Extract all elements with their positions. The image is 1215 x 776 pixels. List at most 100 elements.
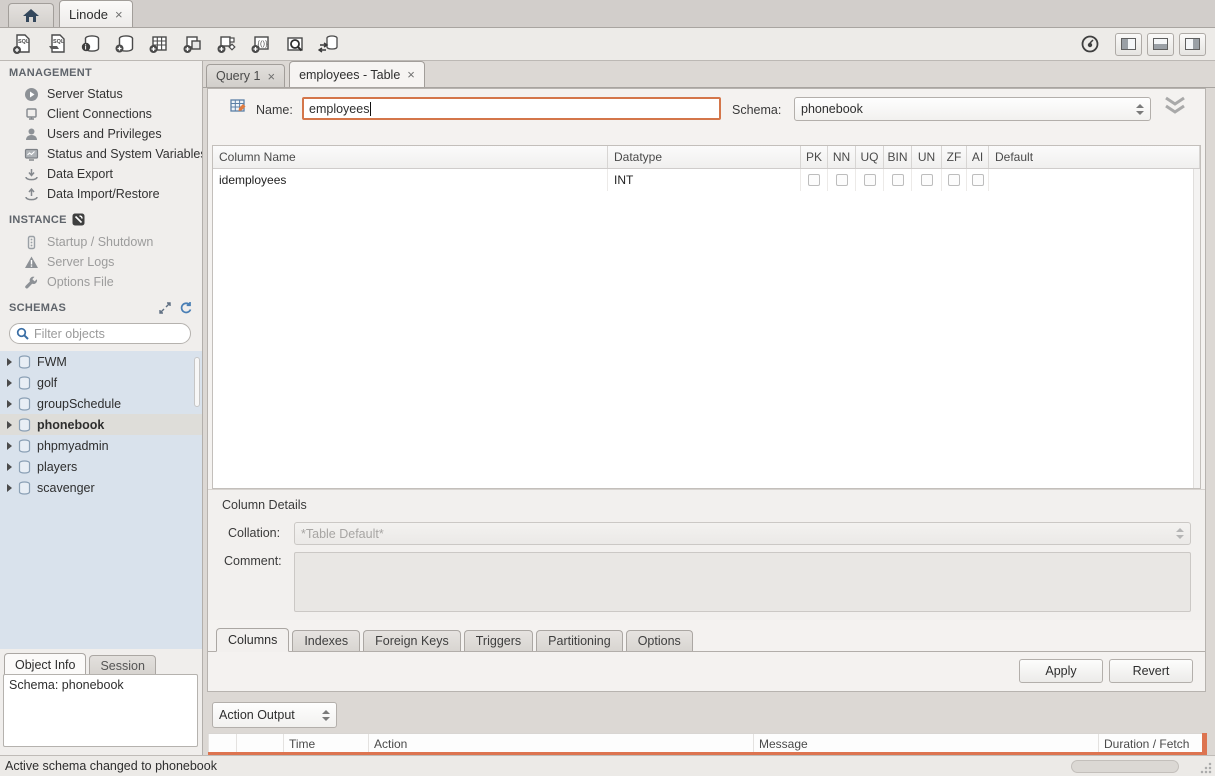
schema-label: Schema: — [732, 103, 781, 117]
close-icon[interactable]: × — [267, 69, 275, 84]
schema-item-phonebook[interactable]: phonebook — [0, 414, 202, 435]
expander-icon[interactable] — [7, 463, 12, 471]
comment-textarea[interactable] — [294, 552, 1191, 612]
toggle-right-panel-icon[interactable] — [1179, 33, 1206, 56]
resize-grip[interactable] — [1200, 762, 1212, 774]
create-table-icon[interactable] — [145, 31, 172, 57]
tab-triggers[interactable]: Triggers — [464, 630, 533, 651]
close-icon[interactable]: × — [115, 7, 123, 22]
schema-item-phpmyadmin[interactable]: phpmyadmin — [0, 435, 202, 456]
toolbar-right-group — [1076, 31, 1206, 57]
management-section-title: MANAGEMENT — [9, 67, 92, 79]
output-col-duration: Duration / Fetch — [1098, 734, 1202, 753]
tab-object-info[interactable]: Object Info — [4, 653, 86, 675]
table-name-input[interactable]: employees — [302, 97, 721, 120]
connection-tab-label: Linode — [69, 7, 108, 22]
pk-checkbox[interactable] — [808, 174, 820, 186]
create-schema-icon[interactable] — [111, 31, 138, 57]
tab-columns[interactable]: Columns — [216, 628, 289, 652]
revert-button[interactable]: Revert — [1109, 659, 1193, 683]
grid-scrollbar[interactable] — [1193, 169, 1200, 488]
search-table-data-icon[interactable] — [281, 31, 308, 57]
sidebar-item-data-export[interactable]: Data Export — [0, 164, 203, 184]
connections-icon — [24, 107, 39, 122]
expander-icon[interactable] — [7, 358, 12, 366]
zf-checkbox[interactable] — [948, 174, 960, 186]
sidebar-item-data-import[interactable]: Data Import/Restore — [0, 184, 203, 204]
tab-options[interactable]: Options — [626, 630, 693, 651]
tab-foreign-keys[interactable]: Foreign Keys — [363, 630, 461, 651]
output-scrollbar[interactable] — [1202, 733, 1207, 755]
filter-objects-input[interactable] — [34, 327, 195, 341]
connection-tab[interactable]: Linode × — [59, 0, 133, 27]
ai-checkbox[interactable] — [972, 174, 984, 186]
toggle-left-panel-icon[interactable] — [1115, 33, 1142, 56]
reconnect-dbms-icon[interactable] — [315, 31, 342, 57]
sidebar-item-server-logs[interactable]: Server Logs — [0, 252, 203, 272]
tab-query-1[interactable]: Query 1 × — [206, 64, 285, 87]
connection-info-icon[interactable]: i — [77, 31, 104, 57]
user-icon — [24, 127, 39, 142]
nn-checkbox[interactable] — [836, 174, 848, 186]
dashboard-icon[interactable] — [1076, 31, 1103, 57]
expander-icon[interactable] — [7, 484, 12, 492]
tab-indexes[interactable]: Indexes — [292, 630, 360, 651]
home-tab[interactable] — [8, 3, 54, 27]
editor-tab-bar: Query 1 × employees - Table × — [203, 61, 1215, 88]
open-sql-script-icon[interactable]: SQL — [43, 31, 70, 57]
expand-schemas-icon[interactable] — [159, 302, 171, 314]
create-view-icon[interactable] — [179, 31, 206, 57]
sidebar-item-options-file[interactable]: Options File — [0, 272, 203, 292]
schema-icon — [18, 481, 31, 495]
table-edit-icon — [230, 98, 247, 115]
create-routine-icon[interactable] — [213, 31, 240, 57]
schema-item-players[interactable]: players — [0, 456, 202, 477]
svg-text:{()}: {()} — [257, 39, 268, 48]
output-table-header: Time Action Message Duration / Fetch — [208, 733, 1202, 753]
schema-item-groupschedule[interactable]: groupSchedule — [0, 393, 202, 414]
svg-text:SQL: SQL — [18, 39, 30, 45]
schema-icon — [18, 418, 31, 432]
schema-icon — [18, 439, 31, 453]
uq-checkbox[interactable] — [864, 174, 876, 186]
bin-checkbox[interactable] — [892, 174, 904, 186]
schema-tree: FWM golf groupSchedule phonebook phpmyad — [0, 351, 202, 649]
svg-text:SQL: SQL — [53, 39, 65, 45]
chevron-double-down-icon[interactable] — [1162, 95, 1188, 117]
schema-icon — [18, 460, 31, 474]
tab-employees-table[interactable]: employees - Table × — [289, 61, 425, 87]
mysql-workbench-window: Linode × SQL SQL i {()} — [0, 0, 1215, 776]
sidebar-item-status-variables[interactable]: Status and System Variables — [0, 144, 203, 164]
un-checkbox[interactable] — [921, 174, 933, 186]
action-output-select[interactable]: Action Output — [212, 702, 337, 728]
status-scrollbar-thumb[interactable] — [1071, 760, 1179, 773]
new-sql-tab-icon[interactable]: SQL — [9, 31, 36, 57]
collation-select[interactable]: *Table Default* — [294, 522, 1191, 545]
editor-subtab-bar: Columns Indexes Foreign Keys Triggers Pa… — [208, 627, 1205, 652]
toggle-bottom-panel-icon[interactable] — [1147, 33, 1174, 56]
schemas-section-title: SCHEMAS — [9, 302, 66, 314]
sidebar-item-server-status[interactable]: Server Status — [0, 84, 203, 104]
column-row-idemployees[interactable]: idemployees INT — [213, 169, 1200, 191]
main-toolbar: SQL SQL i {()} — [0, 28, 1215, 61]
sidebar-item-client-connections[interactable]: Client Connections — [0, 104, 203, 124]
tree-scrollbar[interactable] — [194, 357, 200, 407]
schema-select[interactable]: phonebook — [794, 97, 1151, 121]
expander-icon[interactable] — [7, 442, 12, 450]
close-icon[interactable]: × — [407, 67, 415, 82]
schema-item-scavenger[interactable]: scavenger — [0, 477, 202, 498]
output-col-action: Action — [368, 734, 753, 753]
sidebar-item-users-privileges[interactable]: Users and Privileges — [0, 124, 203, 144]
expander-icon[interactable] — [7, 400, 12, 408]
expander-icon[interactable] — [7, 379, 12, 387]
refresh-schemas-icon[interactable] — [179, 301, 192, 314]
tab-session[interactable]: Session — [89, 655, 155, 675]
schema-item-fwm[interactable]: FWM — [0, 351, 202, 372]
schema-item-golf[interactable]: golf — [0, 372, 202, 393]
expander-icon[interactable] — [7, 421, 12, 429]
apply-button[interactable]: Apply — [1019, 659, 1103, 683]
tab-partitioning[interactable]: Partitioning — [536, 630, 623, 651]
create-function-icon[interactable]: {()} — [247, 31, 274, 57]
sidebar-item-startup-shutdown[interactable]: Startup / Shutdown — [0, 232, 203, 252]
spinner-icon — [1136, 104, 1144, 115]
